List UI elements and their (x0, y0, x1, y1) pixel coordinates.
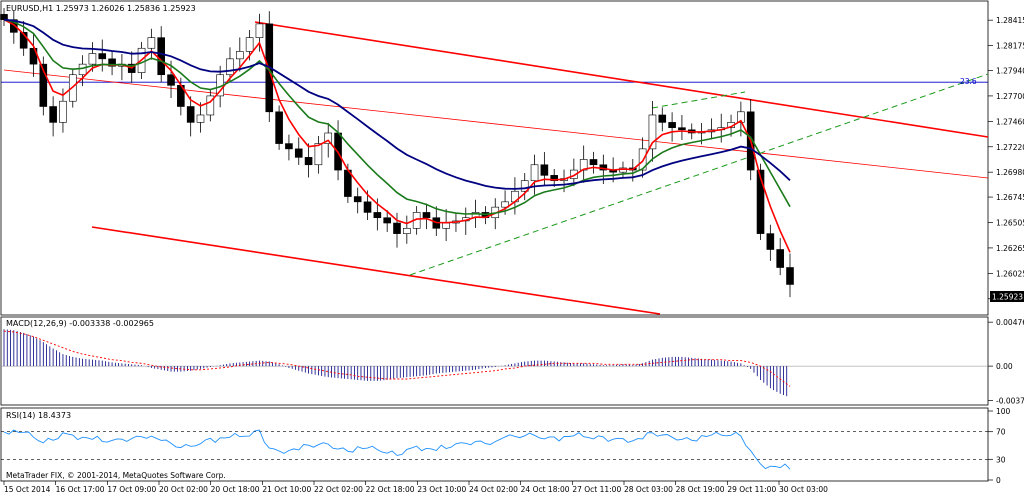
chart-canvas[interactable]: 1.28415 1.28175 1.27940 1.27700 1.27460 1.272… (0, 0, 1024, 497)
candle-body (403, 228, 411, 234)
trading-chart[interactable]: 1.28415 1.28175 1.27940 1.27700 1.27460 1.272… (0, 0, 1024, 497)
time-tick-label: 28 Oct 19:00 (676, 485, 725, 494)
rsi-tick-label: 70 (996, 428, 1006, 437)
time-tick-label: 30 Oct 03:00 (779, 485, 828, 494)
price-tick-label: 1.26265 (996, 244, 1024, 253)
time-tick-label: 17 Oct 09:00 (107, 485, 156, 494)
time-tick-label: 15 Oct 2014 (4, 485, 51, 494)
price-tick-label: 1.28175 (996, 42, 1024, 51)
candle-body (245, 37, 254, 52)
candle-body (157, 37, 165, 76)
candle-body (314, 143, 323, 166)
candle-body (668, 122, 676, 128)
time-tick-label: 29 Oct 11:00 (727, 485, 776, 494)
time-tick-label: 20 Oct 02:00 (159, 485, 208, 494)
time-tick-label: 20 Oct 18:00 (211, 485, 260, 494)
candle-body (442, 222, 450, 229)
candle-body (383, 217, 391, 224)
price-tick-label: 1.27220 (996, 143, 1024, 152)
candle-body (393, 222, 401, 234)
candle-body (186, 106, 195, 123)
macd-tick-label: -0.003723 (996, 396, 1024, 405)
macd-label: MACD(12,26,9) -0.003338 -0.002965 (6, 319, 154, 328)
price-tick-label: 1.27700 (996, 92, 1024, 101)
price-tick-label: 1.27460 (996, 117, 1024, 126)
time-tick-label: 27 Oct 11:00 (572, 485, 621, 494)
current-price-label: 1.25923 (992, 293, 1023, 302)
candle-body (147, 37, 156, 49)
time-tick-label: 22 Oct 02:00 (314, 485, 363, 494)
candle-body (88, 53, 97, 65)
candle-body (49, 106, 57, 123)
time-tick-label: 16 Oct 17:00 (56, 485, 105, 494)
candle-body (167, 74, 175, 86)
time-tick-label: 22 Oct 18:00 (366, 485, 415, 494)
candle-body (766, 233, 775, 250)
candle-body (196, 114, 205, 123)
candle-body (294, 148, 303, 158)
candle-body (285, 143, 293, 150)
rsi-tick-label: 30 (996, 455, 1006, 464)
candle-body (373, 212, 382, 219)
macd-tick-label: 0.00 (996, 362, 1013, 371)
price-tick-label: 1.28415 (996, 16, 1024, 25)
candle-body (255, 23, 264, 38)
price-tick-label: 1.27940 (996, 66, 1024, 75)
candle-body (78, 63, 87, 76)
time-tick-label: 21 Oct 10:00 (262, 485, 311, 494)
chart-background (0, 0, 1024, 497)
price-tick-label: 1.26745 (996, 193, 1024, 202)
candle-body (59, 100, 67, 123)
candle-body (236, 51, 244, 60)
candle-body (530, 164, 539, 181)
candle-body (776, 249, 784, 268)
price-tick-label: 1.26505 (996, 218, 1024, 227)
time-tick-label: 23 Oct 10:00 (417, 485, 466, 494)
price-tick-label: 1.26025 (996, 269, 1024, 278)
rsi-label: RSI(14) 18.4373 (6, 411, 71, 420)
candle-body (98, 53, 107, 60)
candle-body (304, 157, 313, 166)
time-tick-label: 24 Oct 18:00 (521, 485, 570, 494)
candle-body (275, 111, 283, 144)
candle-body (786, 267, 794, 285)
candle-body (540, 164, 549, 176)
symbol-info: EURUSD,H1 1.25973 1.26026 1.25836 1.2592… (6, 4, 196, 13)
rsi-tick-label: 100 (996, 407, 1011, 416)
time-tick-label: 28 Oct 03:00 (624, 485, 673, 494)
fib-level-label: 23.6 (960, 77, 977, 86)
candle-body (0, 14, 8, 20)
candle-body (658, 114, 667, 123)
rsi-tick-label: 0 (996, 476, 1001, 485)
time-tick-label: 24 Oct 02:00 (469, 485, 518, 494)
candle-body (589, 159, 598, 166)
watermark: MetaTrader FIX, © 2001-2014, MetaQuotes … (6, 471, 226, 480)
candle-body (363, 201, 372, 213)
candle-body (678, 127, 686, 131)
candle-body (353, 196, 362, 203)
candle-body (422, 212, 431, 219)
macd-tick-label: 0.004765 (996, 318, 1024, 327)
candle-body (226, 58, 234, 76)
price-tick-label: 1.26980 (996, 168, 1024, 177)
